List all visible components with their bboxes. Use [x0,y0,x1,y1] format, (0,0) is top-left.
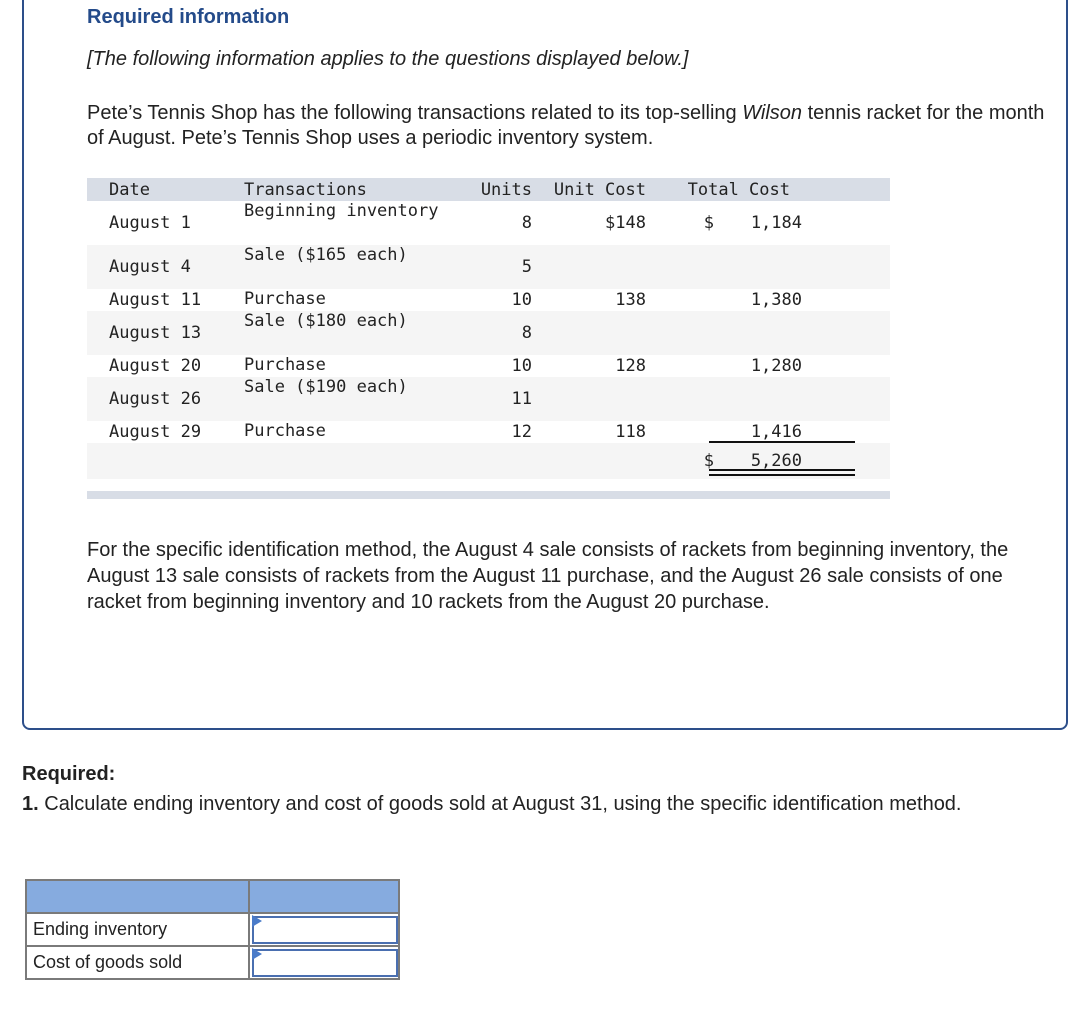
question-number: 1. [22,793,39,815]
cell-date: August 26 [109,389,202,409]
cell-total-cost: 1,184 [750,213,802,233]
question-text: Calculate ending inventory and cost of g… [38,793,962,815]
header-transactions: Transactions [244,179,367,200]
cell-unit-cost [532,245,646,289]
cell-transaction: Purchase [244,355,326,375]
cell-empty [532,443,646,479]
table-row: August 11 Purchase 10 138 1,380 [87,289,890,311]
ending-inventory-input[interactable] [252,916,398,944]
cell-date: August 20 [109,356,202,376]
cost-of-goods-sold-input[interactable] [252,949,398,977]
cell-transaction: Sale ($180 each) [244,311,408,331]
cell-units: 8 [521,323,532,343]
cell-total-cost [714,245,802,289]
cell-unit-cost: 138 [615,290,646,310]
header-total-cost: Total Cost [687,179,790,200]
required-heading: Required: [22,763,116,785]
cell-unit-cost: $148 [605,213,646,233]
required-information-title: Required information [87,6,290,28]
cell-date: August 11 [109,290,202,310]
cell-empty [87,443,244,479]
cell-date: August 29 [109,422,202,442]
ending-inventory-cell [248,912,400,947]
question-1: 1. Calculate ending inventory and cost o… [22,790,1062,818]
cell-transaction: Sale ($165 each) [244,245,408,265]
cell-units: 10 [511,290,532,310]
cell-date: August 1 [109,213,191,233]
answer-header-label-cell [25,879,250,914]
cell-empty [444,443,532,479]
transactions-table: Date Transactions Units Unit Cost Total … [87,178,890,499]
cell-transaction: Sale ($190 each) [244,377,408,397]
table-row: August 29 Purchase 12 118 1,416 [87,421,890,443]
cost-of-goods-sold-cell [248,945,400,980]
answer-row-ending-inventory: Ending inventory [25,912,400,947]
table-row: August 1 Beginning inventory 8 $148 $ 1,… [87,201,890,245]
intro-text-1: Pete’s Tennis Shop has the following tra… [87,102,743,124]
table-total-row: $ 5,260 [87,443,890,479]
header-unit-cost: Unit Cost [553,179,646,200]
cell-dollar-sign [646,355,714,377]
cell-total-cost: 1,380 [750,290,802,310]
table-row: August 13 Sale ($180 each) 8 [87,311,890,355]
cell-date: August 13 [109,323,202,343]
header-units: Units [480,179,532,200]
table-row: August 4 Sale ($165 each) 5 [87,245,890,289]
cell-units: 8 [521,213,532,233]
cell-units: 10 [511,356,532,376]
answer-row-cost-of-goods-sold: Cost of goods sold [25,945,400,980]
cell-units: 11 [511,389,532,409]
cell-total-cost: 1,280 [750,356,802,376]
intro-brand: Wilson [742,102,803,124]
cell-unit-cost [532,377,646,421]
cell-dollar-sign [646,311,714,355]
cell-date: August 4 [109,257,191,277]
cell-unit-cost: 118 [615,422,646,442]
intro-paragraph: Pete’s Tennis Shop has the following tra… [87,101,1047,151]
header-date: Date [109,179,150,200]
info-applies-note: [The following information applies to th… [87,48,689,70]
cell-transaction: Purchase [244,421,326,441]
cell-total-cost: 1,416 [750,422,802,442]
total-dollar-sign: $ [703,451,714,471]
cell-total-cost [714,311,802,355]
cell-dollar-sign [646,289,714,311]
table-row: August 26 Sale ($190 each) 11 [87,377,890,421]
total-double-underline [709,469,855,476]
cell-dollar-sign [646,377,714,421]
cost-of-goods-sold-label: Cost of goods sold [25,945,250,980]
table-footer-bar [87,491,890,499]
cell-units: 5 [521,257,532,277]
cell-units: 12 [511,422,532,442]
cell-unit-cost [532,311,646,355]
answer-table: Ending inventory Cost of goods sold [25,879,400,980]
cell-total-cost [714,377,802,421]
input-flag-icon [252,915,262,927]
cell-dollar-sign [646,421,714,443]
table-header-row: Date Transactions Units Unit Cost Total … [87,178,890,201]
table-row: August 20 Purchase 10 128 1,280 [87,355,890,377]
ending-inventory-label: Ending inventory [25,912,250,947]
answer-table-header [25,879,400,914]
cell-unit-cost: 128 [615,356,646,376]
cell-dollar-sign: $ [703,213,714,233]
input-flag-icon [252,948,262,960]
cell-dollar-sign [646,245,714,289]
answer-header-value-cell [248,879,400,914]
cell-empty [244,443,444,479]
cell-transaction: Beginning inventory [244,201,439,221]
specific-identification-note: For the specific identification method, … [87,539,1009,613]
cell-transaction: Purchase [244,289,326,309]
